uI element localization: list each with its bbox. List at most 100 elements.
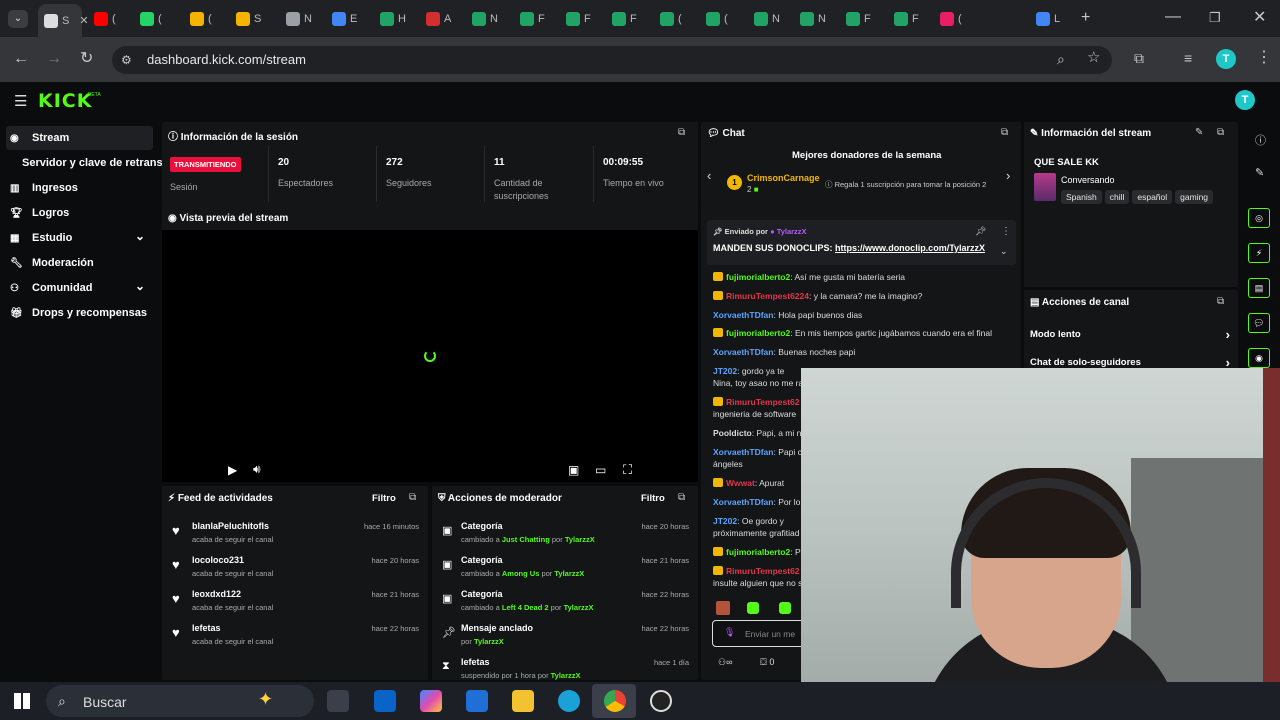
emote-green-2[interactable] bbox=[779, 602, 791, 614]
chat-message[interactable]: fujimorialberto2: En mis tiempos gartic … bbox=[713, 328, 992, 338]
sidebar-item[interactable]: 🎁︎ Drops y recompensas bbox=[10, 307, 147, 319]
file-explorer-icon[interactable] bbox=[512, 690, 534, 712]
chat-message[interactable]: próximamente grafitiad bbox=[713, 528, 799, 538]
pinned-menu-icon[interactable]: ⋮ bbox=[1001, 226, 1011, 237]
chat-username[interactable]: XorvaethTDfan bbox=[713, 497, 773, 507]
browser-tab[interactable]: F bbox=[888, 8, 932, 30]
pip-icon[interactable]: ▣ bbox=[568, 463, 579, 477]
sidebar-item[interactable]: 🏆︎ Logros bbox=[10, 207, 69, 219]
chat-message[interactable]: ingenieria de software bbox=[713, 409, 796, 419]
donors-prev-icon[interactable]: ‹ bbox=[707, 168, 711, 183]
user-avatar[interactable]: T bbox=[1235, 90, 1255, 110]
emote-green-1[interactable] bbox=[747, 602, 759, 614]
chat-username[interactable]: fujimorialberto2 bbox=[726, 547, 790, 557]
browser-tab[interactable]: N bbox=[280, 8, 324, 30]
back-icon[interactable]: ← bbox=[13, 51, 29, 67]
chat-message[interactable]: XorvaethTDfan: Buenas noches papi bbox=[713, 347, 855, 357]
chat-message[interactable]: RimuruTempest62 bbox=[713, 566, 800, 576]
mod-detail-target[interactable]: TylarzzX bbox=[474, 637, 504, 646]
chat-message[interactable]: ángeles bbox=[713, 459, 743, 469]
mod-detail-user[interactable]: TylarzzX bbox=[564, 603, 594, 612]
browser-tab[interactable]: S ✕ bbox=[38, 4, 89, 37]
mod-detail-target[interactable]: Among Us bbox=[502, 569, 540, 578]
browser-tab[interactable]: F bbox=[514, 8, 558, 30]
chat-message[interactable]: fujimorialberto2: P bbox=[713, 547, 801, 557]
chat-message[interactable]: RimuruTempest62 bbox=[713, 397, 800, 407]
browser-tab[interactable]: N bbox=[794, 8, 838, 30]
media-control-icon[interactable]: ≡ bbox=[1184, 50, 1192, 66]
chat-popout-icon[interactable]: ⧉ bbox=[1001, 127, 1008, 138]
donors-next-icon[interactable]: › bbox=[1006, 168, 1010, 183]
people-infinity-icon[interactable]: ⚇∞ bbox=[718, 657, 732, 668]
browser-tab[interactable]: ( bbox=[88, 8, 132, 30]
chat-username[interactable]: Pooldicto bbox=[713, 428, 752, 438]
unpin-icon[interactable]: 📌︎ bbox=[975, 226, 986, 237]
browser-tab[interactable]: H bbox=[374, 8, 418, 30]
rail-edit-icon[interactable]: ✎ bbox=[1255, 166, 1264, 179]
rail-broadcast-icon[interactable]: ◉ bbox=[1248, 348, 1270, 368]
profile-avatar[interactable]: T bbox=[1216, 49, 1236, 69]
top-donor-name[interactable]: CrimsonCarnage bbox=[747, 173, 820, 183]
mod-detail-target[interactable]: Just Chatting bbox=[502, 535, 550, 544]
close-window-icon[interactable]: ✕ bbox=[1253, 10, 1266, 26]
chrome-icon[interactable] bbox=[604, 690, 626, 712]
rail-info-icon[interactable]: ⓘ bbox=[1255, 132, 1266, 148]
activity-popout-icon[interactable]: ⧉ bbox=[409, 492, 416, 503]
mod-popout-icon[interactable]: ⧉ bbox=[678, 492, 685, 503]
channel-actions-popout-icon[interactable]: ⧉ bbox=[1217, 296, 1224, 307]
pinned-expand-icon[interactable]: ⌄ bbox=[1000, 246, 1008, 257]
maximize-icon[interactable]: ❐ bbox=[1209, 10, 1221, 26]
sidebar-item[interactable]: ▥ Ingresos bbox=[10, 182, 78, 194]
tab-search-chevron-icon[interactable]: ⌄ bbox=[8, 10, 28, 28]
chat-message[interactable]: JT202: Oe gordo y bbox=[713, 516, 784, 526]
activity-user[interactable]: leoxdxd122 bbox=[192, 589, 241, 599]
chat-username[interactable]: fujimorialberto2 bbox=[726, 272, 790, 282]
chat-username[interactable]: fujimorialberto2 bbox=[726, 328, 790, 338]
chat-message[interactable]: fujimorialberto2: Así me gusta mi baterí… bbox=[713, 272, 905, 282]
edge-icon[interactable] bbox=[558, 690, 580, 712]
emote-avatar[interactable] bbox=[716, 601, 730, 615]
fullscreen-icon[interactable]: ⛶ bbox=[623, 462, 632, 478]
copilot-icon[interactable] bbox=[420, 690, 442, 712]
play-icon[interactable]: ▶ bbox=[228, 463, 237, 477]
mod-detail-target[interactable]: TylarzzX bbox=[551, 671, 581, 680]
chat-message[interactable]: XorvaethTDfan: Por lo bbox=[713, 497, 800, 507]
sidebar-item[interactable]: 🔧︎ Moderación bbox=[10, 257, 94, 269]
activity-filter-button[interactable]: Filtro bbox=[372, 493, 396, 504]
forward-icon[interactable]: → bbox=[46, 51, 62, 67]
activity-user[interactable]: locoloco231 bbox=[192, 555, 244, 565]
browser-tab[interactable]: ( bbox=[654, 8, 698, 30]
mod-detail-user[interactable]: TylarzzX bbox=[565, 535, 595, 544]
outlook-icon[interactable] bbox=[374, 690, 396, 712]
sidebar-item[interactable]: ⚇ Comunidad ⌄ bbox=[10, 279, 145, 294]
browser-tab[interactable]: ( bbox=[934, 8, 978, 30]
chat-message[interactable]: Wwwat: Apurat bbox=[713, 478, 784, 488]
extensions-icon[interactable]: ⧉ bbox=[1134, 50, 1144, 66]
mod-filter-button[interactable]: Filtro bbox=[641, 493, 665, 504]
chat-username[interactable]: XorvaethTDfan bbox=[713, 310, 773, 320]
chat-username[interactable]: JT202 bbox=[713, 516, 737, 526]
browser-tab[interactable]: ( bbox=[184, 8, 228, 30]
rail-chat-icon[interactable]: 💬︎ bbox=[1248, 313, 1270, 333]
volume-icon[interactable]: 🔊︎ bbox=[253, 462, 261, 477]
chat-message[interactable]: RimuruTempest6224: y la camara? me la im… bbox=[713, 291, 922, 301]
mod-detail-target[interactable]: Left 4 Dead 2 bbox=[502, 603, 549, 612]
chat-username[interactable]: RimuruTempest62 bbox=[726, 397, 800, 407]
task-view-icon[interactable] bbox=[327, 690, 349, 712]
chat-message[interactable]: insulte alguien que no s bbox=[713, 578, 802, 588]
chat-username[interactable]: Wwwat bbox=[726, 478, 755, 488]
rail-doc-icon[interactable]: ▤ bbox=[1248, 278, 1270, 298]
sidebar-item[interactable]: Servidor y clave de retransm bbox=[22, 157, 172, 169]
browser-tab[interactable]: F bbox=[840, 8, 884, 30]
theater-icon[interactable]: ▭ bbox=[595, 463, 606, 477]
chat-username[interactable]: XorvaethTDfan bbox=[713, 447, 773, 457]
bookmark-star-icon[interactable]: ☆ bbox=[1087, 50, 1100, 66]
sidebar-item[interactable]: ▦ Estudio ⌄ bbox=[10, 229, 145, 244]
site-info-icon[interactable]: ⚙ bbox=[121, 53, 132, 67]
browser-tab[interactable]: F bbox=[606, 8, 650, 30]
browser-tab[interactable]: A bbox=[420, 8, 464, 30]
rail-camera-icon[interactable]: ◎ bbox=[1248, 208, 1270, 228]
browser-tab[interactable]: F bbox=[560, 8, 604, 30]
chat-username[interactable]: RimuruTempest62 bbox=[726, 566, 800, 576]
browser-menu-icon[interactable]: ⋮ bbox=[1256, 50, 1272, 66]
